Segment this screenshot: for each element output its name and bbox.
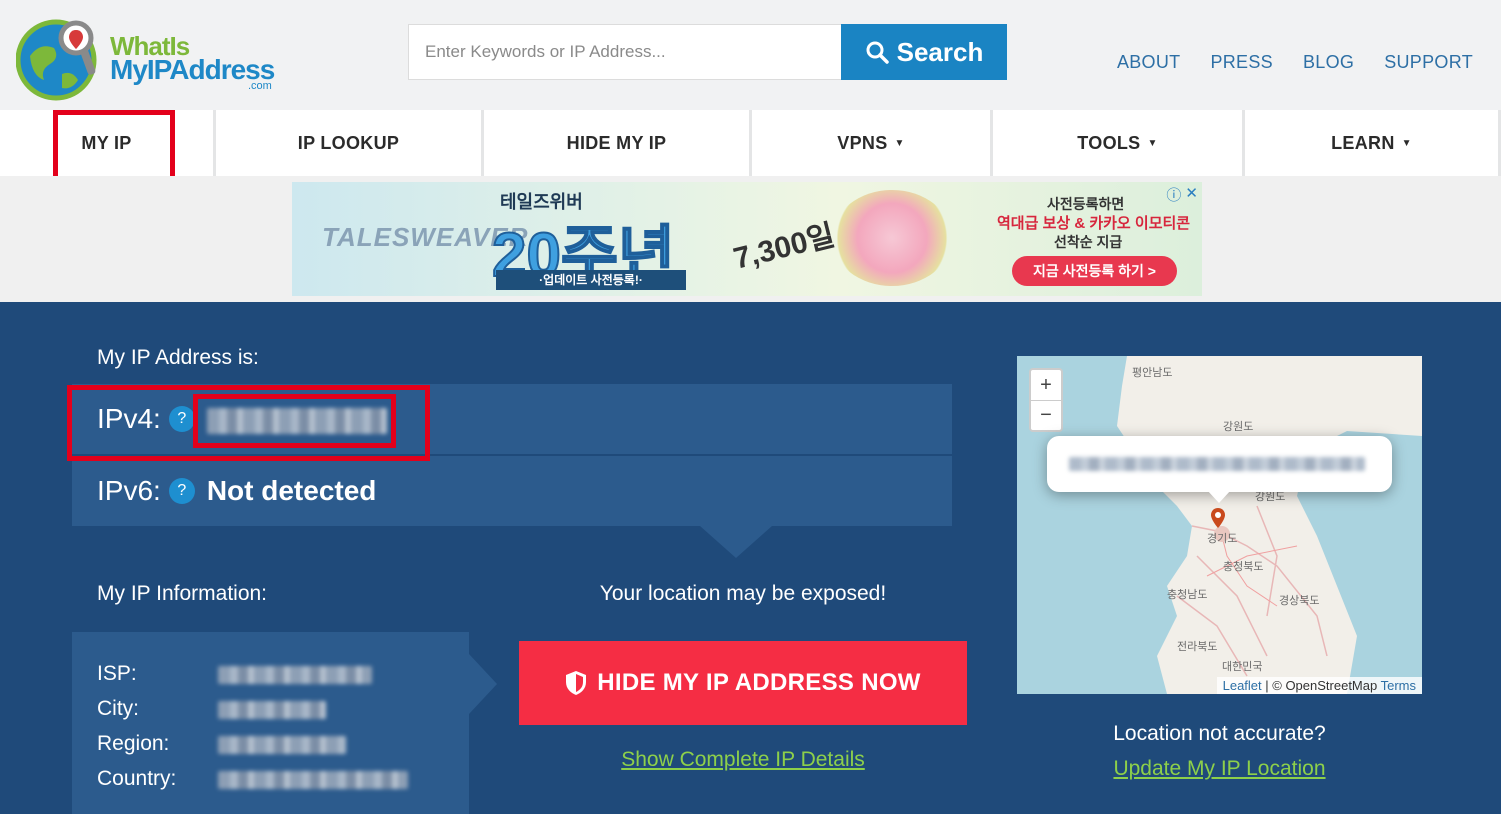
update-my-ip-location-link[interactable]: Update My IP Location	[1017, 757, 1422, 781]
terms-link[interactable]: Terms	[1381, 678, 1416, 693]
main-nav: MY IP IP LOOKUP HIDE MY IP VPNS ▼ TOOLS ▼ …	[0, 110, 1501, 176]
nav-vpns[interactable]: VPNS ▼	[752, 110, 990, 176]
ipv4-value-redacted	[206, 403, 387, 435]
map-popup-tip	[1207, 490, 1231, 503]
nav-my-ip[interactable]: MY IP	[0, 110, 213, 176]
support-link[interactable]: SUPPORT	[1384, 52, 1473, 73]
advertisement-banner[interactable]: TALESWEAVER 테일즈위버 20주년 ·업데이트 사전등록!· 7,30…	[292, 182, 1202, 296]
nav-tools[interactable]: TOOLS ▼	[993, 110, 1242, 176]
globe-magnifier-icon	[16, 19, 97, 101]
ad-area: TALESWEAVER 테일즈위버 20주년 ·업데이트 사전등록!· 7,30…	[0, 176, 1501, 302]
map-zoom-controls: + −	[1029, 368, 1063, 432]
city-label: City:	[97, 697, 139, 720]
ad-text-3: 선착순 지급	[1054, 234, 1123, 250]
map-label: 평안남도	[1132, 367, 1173, 379]
ipv6-value: Not detected	[206, 475, 377, 506]
ad-text-1: 사전등록하면	[1047, 196, 1125, 212]
map-location-popup	[1047, 436, 1392, 492]
ip-panel-pointer	[700, 526, 772, 558]
location-pin-icon[interactable]	[1211, 508, 1225, 528]
search-icon	[866, 41, 889, 64]
city-value-redacted	[218, 701, 326, 719]
country-label: Country:	[97, 767, 177, 790]
ad-cake-image	[832, 190, 952, 286]
info-panel-pointer	[469, 654, 497, 714]
search-input[interactable]	[408, 24, 842, 80]
blog-link[interactable]: BLOG	[1303, 52, 1354, 73]
ad-controls: ⓘ ✕	[1166, 184, 1198, 205]
ad-text-2: 역대급 보상 & 카카오 이모티콘	[997, 215, 1191, 232]
map-label: 충청북도	[1223, 561, 1264, 573]
ipv4-label: IPv4:	[97, 403, 161, 434]
map-label: 대한민국	[1222, 661, 1263, 673]
isp-label: ISP:	[97, 662, 137, 685]
popup-location-redacted	[1069, 457, 1365, 471]
ad-close-icon[interactable]: ✕	[1185, 184, 1198, 205]
isp-value-redacted	[218, 666, 372, 684]
osm-attribution: | © OpenStreetMap	[1261, 678, 1381, 693]
leaflet-link[interactable]: Leaflet	[1223, 678, 1262, 693]
nav-hide-my-ip[interactable]: HIDE MY IP	[484, 110, 749, 176]
nav-tools-label: TOOLS	[1077, 132, 1141, 153]
hide-my-ip-button[interactable]: HIDE MY IP ADDRESS NOW	[519, 641, 967, 725]
nav-learn[interactable]: LEARN ▼	[1245, 110, 1498, 176]
map-label: 강원도	[1223, 421, 1254, 433]
location-map[interactable]: + − 평안남도 강원도 강원도 경기도 충청북도 충청남도 경상북도 전라북도…	[1017, 356, 1422, 694]
zoom-in-button[interactable]: +	[1031, 370, 1061, 400]
caret-down-icon: ▼	[894, 137, 905, 149]
ipv4-help-icon[interactable]: ?	[168, 406, 195, 432]
show-complete-ip-details-link[interactable]: Show Complete IP Details	[520, 748, 966, 772]
ad-cta-button[interactable]: 지금 사전등록 하기 >	[1012, 256, 1177, 286]
ipv6-row: IPv6: ? Not detected	[72, 456, 952, 526]
hide-my-ip-button-label: HIDE MY IP ADDRESS NOW	[597, 669, 921, 696]
nav-ip-lookup-label: IP LOOKUP	[297, 132, 400, 153]
region-label: Region:	[97, 732, 170, 755]
caret-down-icon: ▼	[1401, 137, 1412, 149]
site-logo[interactable]: WhatIs MyIPAddress .com	[16, 16, 286, 104]
map-attribution: Leaflet | © OpenStreetMap Terms	[1216, 677, 1422, 694]
ipv6-help-icon[interactable]: ?	[168, 478, 195, 504]
ipv4-row: IPv4: ?	[72, 384, 952, 454]
search-button[interactable]: Search	[841, 24, 1007, 80]
ad-update-banner: ·업데이트 사전등록!·	[496, 270, 686, 290]
nav-my-ip-label: MY IP	[81, 132, 132, 153]
map-label: 경기도	[1207, 533, 1238, 545]
caret-down-icon: ▼	[1147, 137, 1158, 149]
ad-info-icon[interactable]: ⓘ	[1166, 184, 1181, 205]
region-value-redacted	[218, 736, 346, 754]
ad-days: 7,300일	[730, 218, 839, 276]
logo-text-dotcom: .com	[248, 80, 272, 92]
my-ip-address-label: My IP Address is:	[97, 346, 259, 369]
ipv6-label: IPv6:	[97, 475, 161, 506]
ip-main-panel: My IP Address is: IPv4: ? IPv6: ? Not de…	[0, 302, 1501, 814]
nav-hide-my-ip-label: HIDE MY IP	[566, 132, 667, 153]
nav-learn-label: LEARN	[1331, 132, 1395, 153]
nav-ip-lookup[interactable]: IP LOOKUP	[216, 110, 481, 176]
nav-vpns-label: VPNS	[837, 132, 888, 153]
my-ip-information-label: My IP Information:	[97, 582, 268, 605]
map-label: 경상북도	[1279, 595, 1320, 607]
shield-icon	[566, 671, 587, 695]
location-exposed-text: Your location may be exposed!	[599, 582, 887, 605]
search-button-label: Search	[896, 36, 984, 67]
zoom-out-button[interactable]: −	[1031, 400, 1061, 430]
country-value-redacted	[218, 771, 408, 789]
map-label: 충청남도	[1167, 589, 1208, 601]
press-link[interactable]: PRESS	[1210, 52, 1273, 73]
map-label: 전라북도	[1177, 641, 1218, 653]
top-links: ABOUT PRESS BLOG SUPPORT	[1117, 52, 1473, 73]
about-link[interactable]: ABOUT	[1117, 52, 1181, 73]
site-header: WhatIs MyIPAddress .com Search ABOUT PRE…	[0, 0, 1501, 110]
location-not-accurate-text: Location not accurate?	[1113, 722, 1326, 745]
